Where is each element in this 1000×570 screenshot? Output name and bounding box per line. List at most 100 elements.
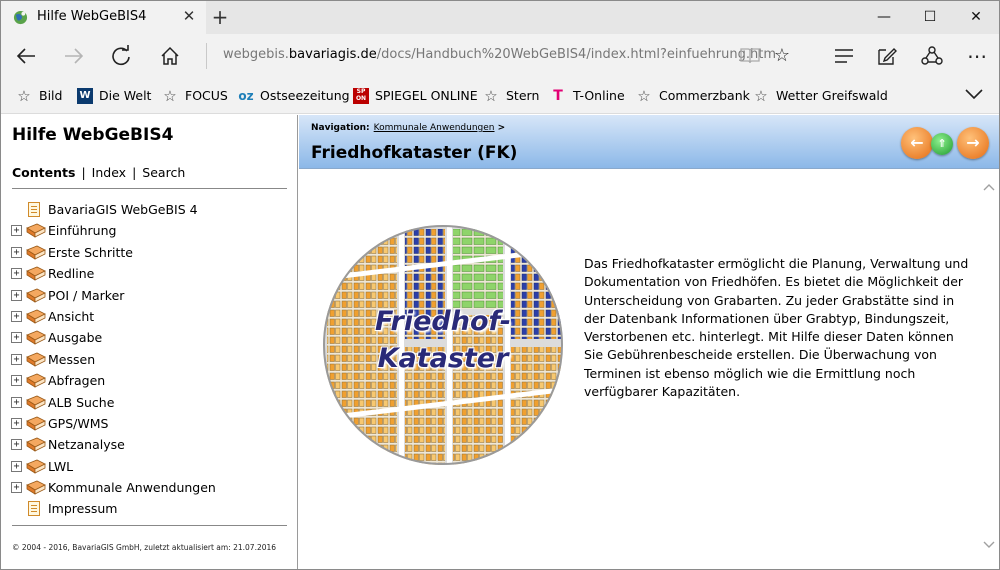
toc-item[interactable]: + POI / Marker: [11, 285, 291, 306]
refresh-icon[interactable]: [106, 42, 136, 70]
toc-item[interactable]: + Abfragen: [11, 370, 291, 391]
favorite-label: Stern: [506, 88, 540, 103]
expand-icon[interactable]: +: [11, 289, 22, 301]
table-of-contents: BavariaGIS WebGeBIS 4 + Einführung + Erste S…: [11, 199, 291, 520]
title-bar: Hilfe WebGeBIS4 ✕ + — ☐ ✕: [1, 1, 999, 34]
tab-separator: |: [81, 165, 86, 180]
expand-icon[interactable]: +: [11, 460, 22, 472]
toc-item-label: Kommunale Anwendungen: [48, 480, 216, 496]
favorite-t-online[interactable]: T T-Online: [549, 87, 624, 105]
favorite-die-welt[interactable]: W Die Welt: [77, 87, 151, 105]
toc-item[interactable]: + Kommunale Anwendungen: [11, 477, 291, 498]
new-tab-button[interactable]: +: [209, 5, 231, 29]
favorite-star-icon[interactable]: ☆: [768, 42, 796, 70]
vertical-scrollbar[interactable]: [979, 171, 999, 569]
forward-icon[interactable]: [59, 42, 89, 70]
help-tabs: Contents | Index | Search: [12, 165, 185, 180]
favorite-label: Commerzbank: [659, 88, 750, 103]
address-prefix: webgebis.: [223, 47, 289, 62]
back-icon[interactable]: [11, 42, 41, 70]
expand-icon[interactable]: +: [11, 246, 22, 258]
toc-item-label: GPS/WMS: [48, 415, 109, 431]
favorite-wetter-greifswald[interactable]: ☆ Wetter Greifswald: [752, 87, 888, 105]
address-path: /docs/Handbuch%20WebGeBIS4/index.html?ei…: [376, 47, 777, 62]
close-window-button[interactable]: ✕: [953, 1, 999, 33]
toc-item[interactable]: + Messen: [11, 349, 291, 370]
topic-header: Navigation: Kommunale Anwendungen > Fried…: [299, 115, 999, 169]
divider: [12, 188, 287, 189]
expand-icon[interactable]: +: [11, 353, 22, 365]
toc-item[interactable]: + Ansicht: [11, 306, 291, 327]
parent-topic-button[interactable]: ⇑: [931, 133, 953, 155]
divider: [12, 525, 287, 526]
help-title: Hilfe WebGeBIS4: [12, 125, 174, 145]
scroll-up-icon[interactable]: [983, 181, 995, 194]
oz-logo-icon: oz: [238, 89, 254, 103]
toc-item-label: POI / Marker: [48, 287, 125, 303]
close-tab-icon[interactable]: ✕: [179, 7, 199, 25]
favorite-ostseezeitung[interactable]: oz Ostseezeitung: [238, 87, 349, 105]
toc-item[interactable]: + LWL: [11, 456, 291, 477]
toc-item-label: Einführung: [48, 223, 117, 239]
share-icon[interactable]: [918, 42, 946, 70]
expand-icon[interactable]: +: [11, 310, 22, 322]
minimize-button[interactable]: —: [861, 1, 907, 33]
image-caption-line2: Kataster: [377, 343, 509, 374]
reading-view-icon[interactable]: [736, 42, 764, 70]
expand-icon[interactable]: +: [11, 396, 22, 408]
toc-item[interactable]: Impressum: [11, 498, 291, 519]
toc-item[interactable]: + Einführung: [11, 220, 291, 241]
toc-item[interactable]: + GPS/WMS: [11, 413, 291, 434]
breadcrumb-separator: >: [497, 123, 506, 133]
favorite-label: Wetter Greifswald: [776, 88, 888, 103]
book-icon: [26, 373, 46, 388]
globe-favicon-icon: [13, 10, 28, 25]
breadcrumb-link[interactable]: Kommunale Anwendungen: [374, 123, 495, 133]
book-icon: [26, 352, 46, 367]
maximize-button[interactable]: ☐: [907, 1, 953, 33]
expand-icon[interactable]: +: [11, 482, 22, 494]
navigation-bar: webgebis.bavariagis.de/docs/Handbuch%20W…: [1, 34, 999, 78]
book-icon: [26, 266, 46, 281]
expand-icon[interactable]: +: [11, 225, 22, 237]
scroll-down-icon[interactable]: [983, 539, 995, 552]
favorite-focus[interactable]: ☆ FOCUS: [161, 87, 228, 105]
expand-icon[interactable]: +: [11, 268, 22, 280]
book-icon: [26, 480, 46, 495]
toc-item-label: ALB Suche: [48, 394, 115, 410]
address-bar[interactable]: webgebis.bavariagis.de/docs/Handbuch%20W…: [223, 47, 776, 62]
home-icon[interactable]: [155, 42, 185, 70]
web-note-icon[interactable]: [873, 42, 901, 70]
book-icon: [26, 459, 46, 474]
chevron-down-icon[interactable]: [964, 85, 984, 104]
next-topic-button[interactable]: →: [957, 127, 989, 159]
browser-tab[interactable]: Hilfe WebGeBIS4 ✕: [1, 1, 206, 34]
toc-item-label: Ansicht: [48, 308, 95, 324]
page-title: Friedhofkataster (FK): [311, 143, 518, 163]
toc-item[interactable]: BavariaGIS WebGeBIS 4: [11, 199, 291, 220]
favorite-stern[interactable]: ☆ Stern: [482, 87, 539, 105]
previous-topic-button[interactable]: ←: [901, 127, 933, 159]
tab-search[interactable]: Search: [142, 165, 185, 180]
favorite-spiegel-online[interactable]: SP ON SPIEGEL ONLINE: [353, 87, 478, 105]
toc-item[interactable]: + ALB Suche: [11, 392, 291, 413]
expand-icon[interactable]: +: [11, 417, 22, 429]
book-icon: [26, 416, 46, 431]
toc-item[interactable]: + Redline: [11, 263, 291, 284]
more-icon[interactable]: ⋯: [963, 42, 991, 70]
tab-contents[interactable]: Contents: [12, 165, 75, 180]
welt-logo-icon: W: [77, 88, 93, 104]
star-icon: ☆: [17, 87, 31, 105]
toc-item[interactable]: + Erste Schritte: [11, 242, 291, 263]
expand-icon[interactable]: +: [11, 439, 22, 451]
cemetery-map-image: Friedhof- Kataster: [317, 219, 569, 471]
toc-item[interactable]: + Netzanalyse: [11, 434, 291, 455]
favorite-bild[interactable]: ☆ Bild: [15, 87, 62, 105]
expand-icon[interactable]: +: [11, 332, 22, 344]
hub-icon[interactable]: [830, 42, 858, 70]
tab-index[interactable]: Index: [92, 165, 126, 180]
expand-icon[interactable]: +: [11, 375, 22, 387]
favorite-commerzbank[interactable]: ☆ Commerzbank: [635, 87, 750, 105]
browser-window: Hilfe WebGeBIS4 ✕ + — ☐ ✕ webgebis.bavar…: [0, 0, 1000, 570]
toc-item[interactable]: + Ausgabe: [11, 327, 291, 348]
